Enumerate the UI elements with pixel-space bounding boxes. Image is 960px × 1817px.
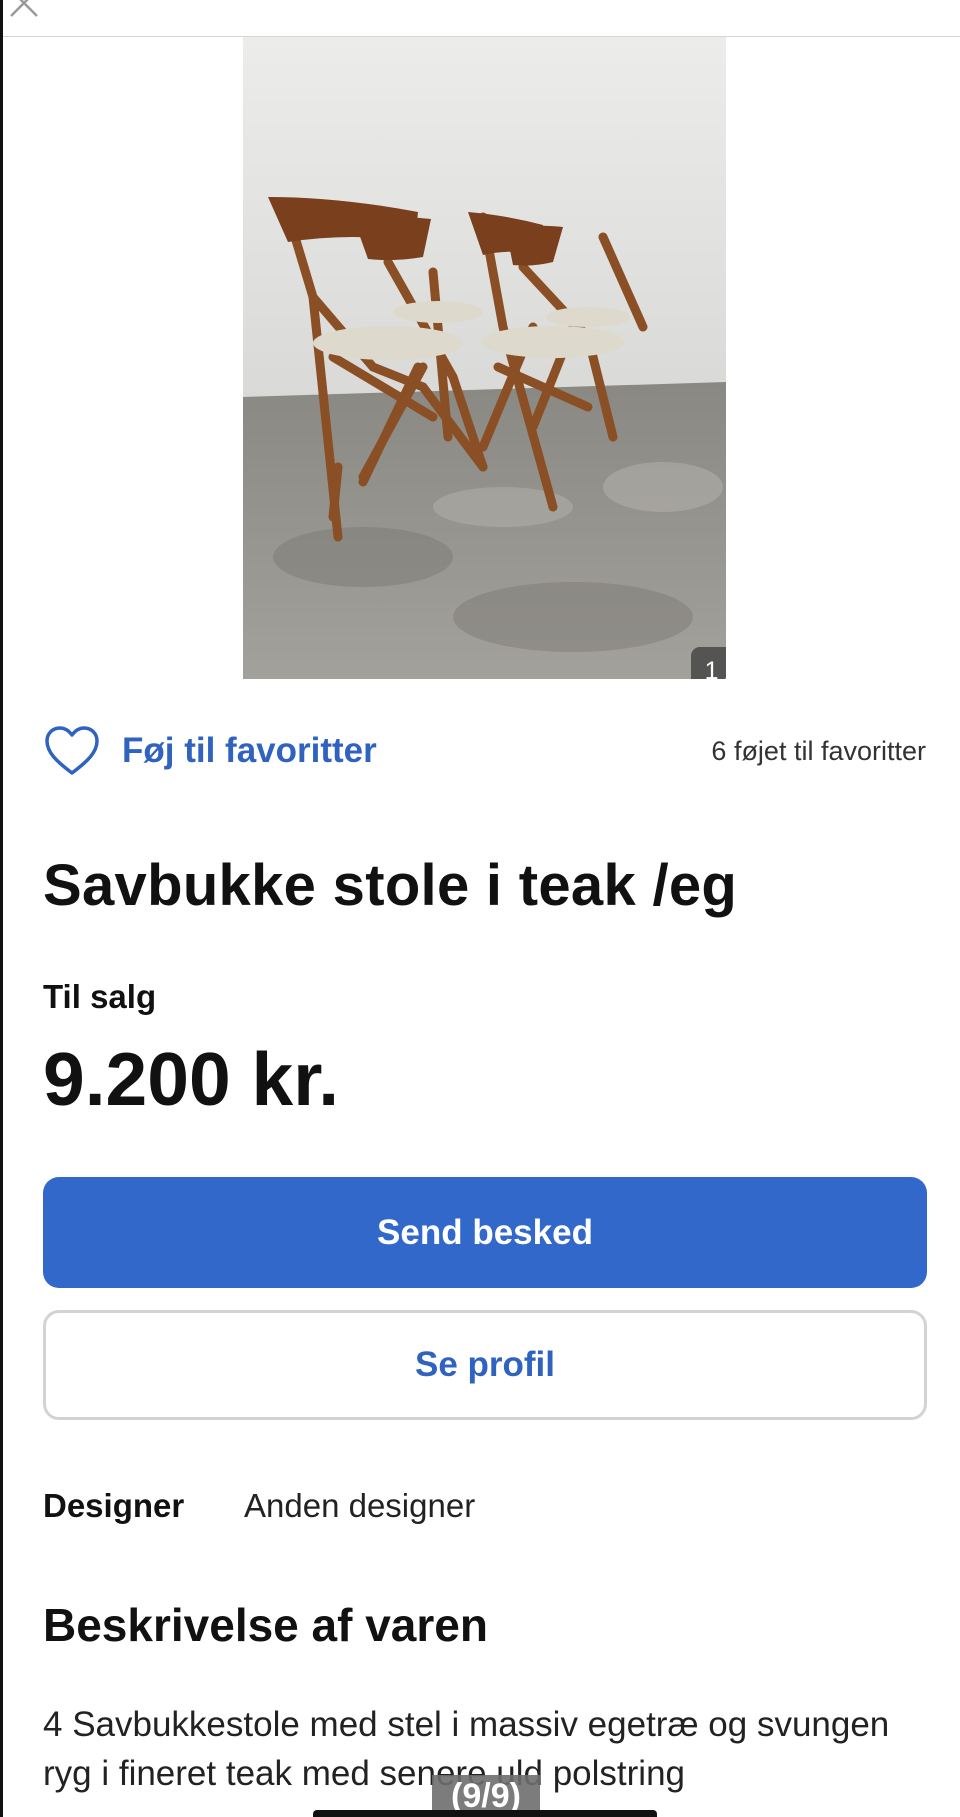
- chairs-image: [243, 37, 726, 679]
- description-heading: Beskrivelse af varen: [43, 1599, 488, 1651]
- send-message-button[interactable]: Send besked: [43, 1177, 927, 1288]
- favorites-count: 6 føjet til favoritter: [711, 736, 926, 766]
- product-photo[interactable]: 1 / 6: [243, 37, 726, 679]
- listing-price: 9.200 kr.: [43, 1037, 340, 1121]
- designer-label: Designer: [43, 1487, 185, 1524]
- listing-title: Savbukke stole i teak /eg: [43, 853, 738, 918]
- left-edge: [0, 0, 3, 1817]
- listing-status: Til salg: [43, 978, 157, 1015]
- close-icon[interactable]: [7, 0, 41, 20]
- image-counter: 1 / 6: [691, 647, 726, 679]
- add-to-favorites-link[interactable]: Føj til favoritter: [122, 731, 377, 771]
- view-profile-button[interactable]: Se profil: [43, 1310, 927, 1420]
- home-indicator: [313, 1810, 657, 1817]
- heart-outline-icon[interactable]: [44, 725, 100, 777]
- designer-value: Anden designer: [244, 1487, 476, 1524]
- top-bar: [3, 0, 960, 37]
